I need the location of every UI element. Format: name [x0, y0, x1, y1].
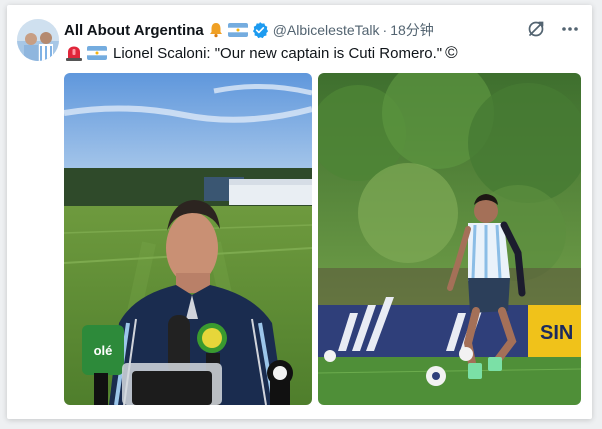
bell-icon	[207, 21, 225, 39]
siren-icon	[64, 44, 84, 62]
verified-badge-icon	[251, 21, 269, 39]
tweet-actions	[525, 18, 581, 40]
copyright-symbol: ©	[445, 43, 458, 62]
argentina-flag-icon	[227, 23, 248, 37]
ole-mic-logo: olé	[94, 343, 113, 358]
tweet-text: Lionel Scaloni: "Our new captain is Cuti…	[113, 44, 443, 62]
tweet-text-line: Lionel Scaloni: "Our new captain is Cuti…	[64, 43, 458, 63]
account-handle[interactable]: @AlbicelesteTalk	[273, 22, 380, 38]
sponsor-board-text: SIN	[540, 322, 573, 344]
media-photo-scaloni[interactable]: olé	[64, 73, 312, 405]
grok-icon[interactable]	[525, 18, 547, 40]
tweet-card: All About Argentina @AlbicelesteTalk · 1…	[7, 5, 592, 419]
post-time[interactable]: 18分钟	[390, 20, 434, 40]
more-icon[interactable]	[559, 18, 581, 40]
account-name[interactable]: All About Argentina	[64, 22, 204, 39]
tweet-header: All About Argentina @AlbicelesteTalk · 1…	[64, 20, 434, 40]
media-photo-romero[interactable]: SIN	[318, 73, 581, 405]
avatar[interactable]	[17, 19, 59, 61]
separator-dot: ·	[382, 22, 388, 38]
argentina-flag-icon	[87, 46, 107, 60]
